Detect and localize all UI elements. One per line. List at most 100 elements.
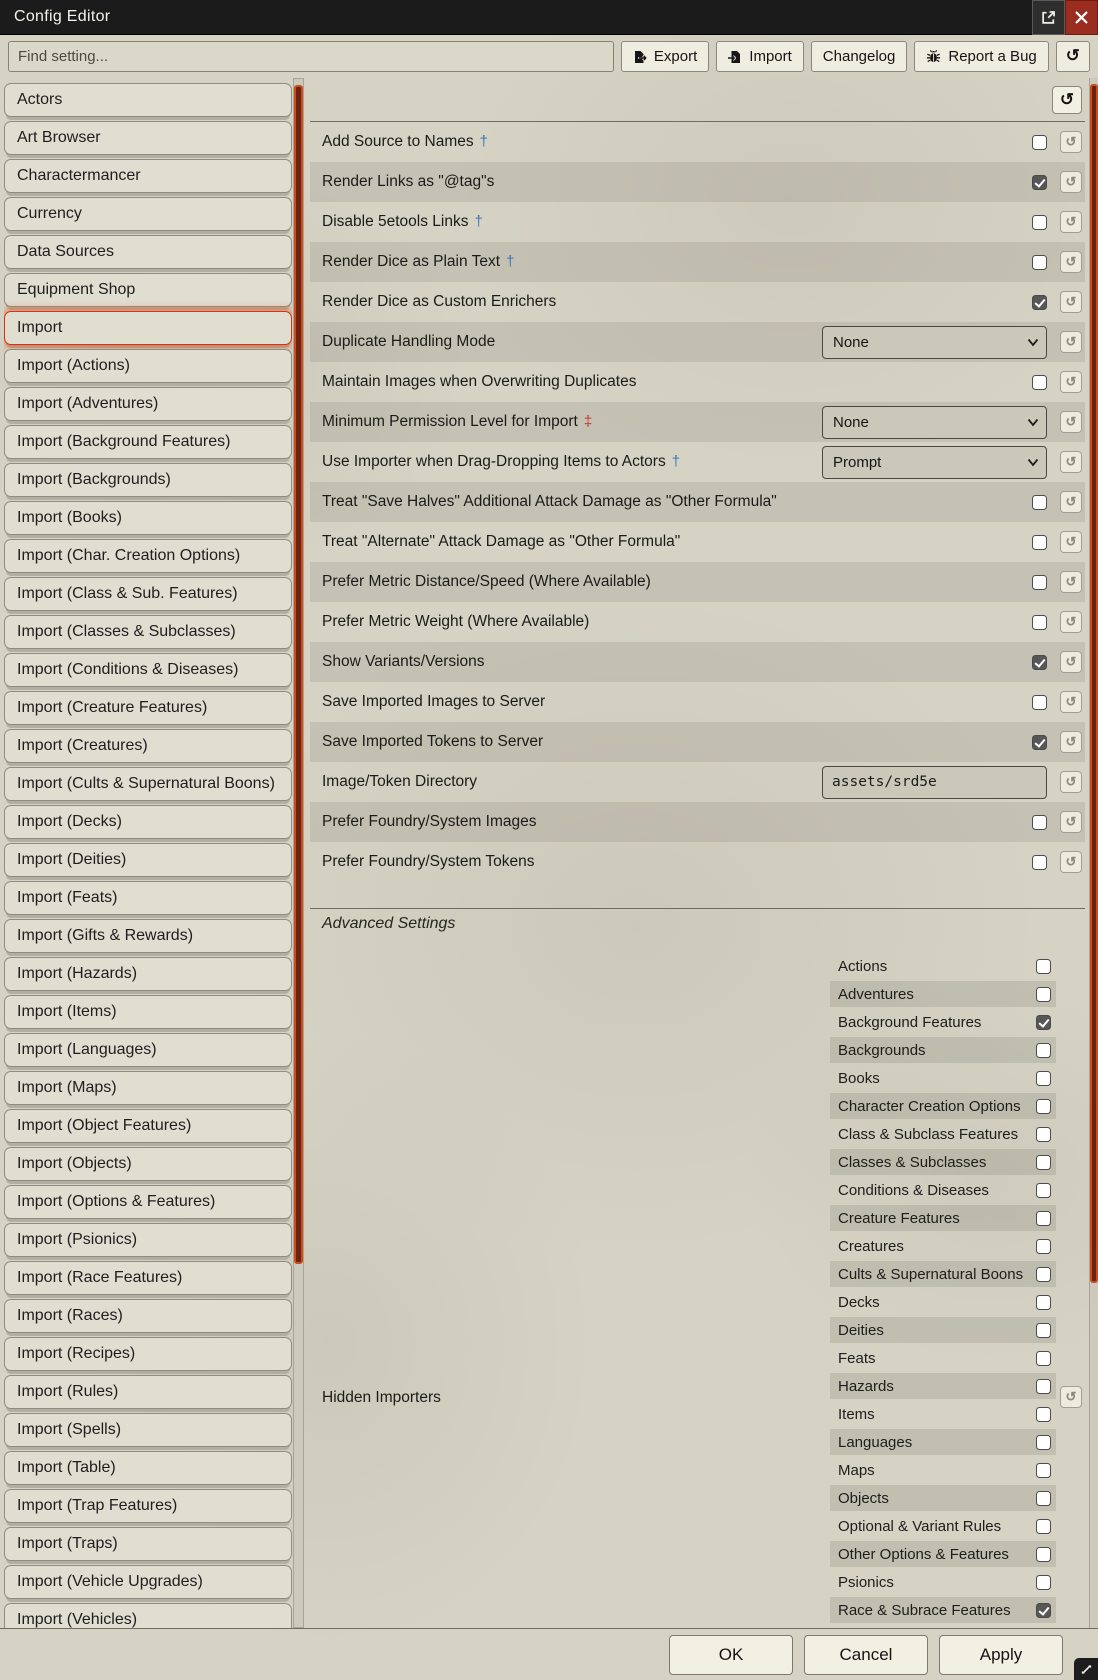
hidden-importer-checkbox[interactable] xyxy=(1036,1351,1051,1366)
reset-setting-button[interactable]: ↺ xyxy=(1060,731,1082,753)
setting-checkbox[interactable] xyxy=(1032,135,1047,150)
reset-setting-button[interactable]: ↺ xyxy=(1060,651,1082,673)
apply-button[interactable]: Apply xyxy=(939,1635,1063,1675)
sidebar-item-import-conditions-diseases[interactable]: Import (Conditions & Diseases) xyxy=(4,653,292,687)
sidebar-item-import[interactable]: Import xyxy=(4,311,292,345)
setting-checkbox[interactable] xyxy=(1032,735,1047,750)
sidebar-item-import-adventures[interactable]: Import (Adventures) xyxy=(4,387,292,421)
sidebar-item-data-sources[interactable]: Data Sources xyxy=(4,235,292,269)
import-button[interactable]: Import xyxy=(716,41,804,72)
sidebar-item-import-books[interactable]: Import (Books) xyxy=(4,501,292,535)
hidden-importer-checkbox[interactable] xyxy=(1036,1239,1051,1254)
hidden-importer-checkbox[interactable] xyxy=(1036,1043,1051,1058)
hidden-importer-checkbox[interactable] xyxy=(1036,1015,1051,1030)
setting-checkbox[interactable] xyxy=(1032,215,1047,230)
setting-text-input[interactable] xyxy=(822,766,1047,799)
search-input[interactable] xyxy=(8,41,614,72)
sidebar-item-art-browser[interactable]: Art Browser xyxy=(4,121,292,155)
reset-setting-button[interactable]: ↺ xyxy=(1060,531,1082,553)
setting-checkbox[interactable] xyxy=(1032,815,1047,830)
setting-checkbox[interactable] xyxy=(1032,295,1047,310)
sidebar-item-import-gifts-rewards[interactable]: Import (Gifts & Rewards) xyxy=(4,919,292,953)
main-scrollbar-thumb[interactable] xyxy=(1090,84,1098,1283)
reset-setting-button[interactable]: ↺ xyxy=(1060,491,1082,513)
reset-setting-button[interactable]: ↺ xyxy=(1060,411,1082,433)
sidebar-item-import-deities[interactable]: Import (Deities) xyxy=(4,843,292,877)
sidebar-item-import-spells[interactable]: Import (Spells) xyxy=(4,1413,292,1447)
reset-setting-button[interactable]: ↺ xyxy=(1060,171,1082,193)
sidebar-item-import-creatures[interactable]: Import (Creatures) xyxy=(4,729,292,763)
sidebar-item-import-decks[interactable]: Import (Decks) xyxy=(4,805,292,839)
sidebar-item-actors[interactable]: Actors xyxy=(4,83,292,117)
hidden-importer-checkbox[interactable] xyxy=(1036,1183,1051,1198)
sidebar-item-import-vehicles[interactable]: Import (Vehicles) xyxy=(4,1603,292,1628)
setting-checkbox[interactable] xyxy=(1032,855,1047,870)
setting-checkbox[interactable] xyxy=(1032,615,1047,630)
hidden-importer-checkbox[interactable] xyxy=(1036,1603,1051,1618)
reset-setting-button[interactable]: ↺ xyxy=(1060,131,1082,153)
cancel-button[interactable]: Cancel xyxy=(804,1635,928,1675)
hidden-importer-checkbox[interactable] xyxy=(1036,1099,1051,1114)
resize-handle[interactable] xyxy=(1074,1658,1098,1680)
setting-checkbox[interactable] xyxy=(1032,255,1047,270)
sidebar-item-import-creature-features[interactable]: Import (Creature Features) xyxy=(4,691,292,725)
sidebar-item-import-traps[interactable]: Import (Traps) xyxy=(4,1527,292,1561)
reset-setting-button[interactable]: ↺ xyxy=(1060,811,1082,833)
hidden-importer-checkbox[interactable] xyxy=(1036,1267,1051,1282)
setting-checkbox[interactable] xyxy=(1032,535,1047,550)
hidden-importer-checkbox[interactable] xyxy=(1036,1407,1051,1422)
hidden-importer-checkbox[interactable] xyxy=(1036,1295,1051,1310)
hidden-importer-checkbox[interactable] xyxy=(1036,1211,1051,1226)
setting-checkbox[interactable] xyxy=(1032,695,1047,710)
sidebar-item-import-actions[interactable]: Import (Actions) xyxy=(4,349,292,383)
hidden-importer-checkbox[interactable] xyxy=(1036,1071,1051,1086)
reset-setting-button[interactable]: ↺ xyxy=(1060,211,1082,233)
sidebar-item-charactermancer[interactable]: Charactermancer xyxy=(4,159,292,193)
sidebar-item-import-hazards[interactable]: Import (Hazards) xyxy=(4,957,292,991)
hidden-importer-checkbox[interactable] xyxy=(1036,1463,1051,1478)
sidebar-item-import-items[interactable]: Import (Items) xyxy=(4,995,292,1029)
hidden-importer-checkbox[interactable] xyxy=(1036,1379,1051,1394)
sidebar-item-import-recipes[interactable]: Import (Recipes) xyxy=(4,1337,292,1371)
sidebar-item-equipment-shop[interactable]: Equipment Shop xyxy=(4,273,292,307)
sidebar-item-import-race-features[interactable]: Import (Race Features) xyxy=(4,1261,292,1295)
hidden-importer-checkbox[interactable] xyxy=(1036,1127,1051,1142)
hidden-importer-checkbox[interactable] xyxy=(1036,1491,1051,1506)
setting-checkbox[interactable] xyxy=(1032,495,1047,510)
reset-setting-button[interactable]: ↺ xyxy=(1060,851,1082,873)
report-bug-button[interactable]: Report a Bug xyxy=(914,41,1048,72)
sidebar-scrollbar-thumb[interactable] xyxy=(294,85,303,1264)
setting-checkbox[interactable] xyxy=(1032,575,1047,590)
hidden-importer-checkbox[interactable] xyxy=(1036,1155,1051,1170)
sidebar-item-import-background-features[interactable]: Import (Background Features) xyxy=(4,425,292,459)
reset-setting-button[interactable]: ↺ xyxy=(1060,331,1082,353)
sidebar-item-import-classes-subclasses[interactable]: Import (Classes & Subclasses) xyxy=(4,615,292,649)
sidebar-item-import-options-features[interactable]: Import (Options & Features) xyxy=(4,1185,292,1219)
sidebar-item-import-backgrounds[interactable]: Import (Backgrounds) xyxy=(4,463,292,497)
sidebar-item-import-feats[interactable]: Import (Feats) xyxy=(4,881,292,915)
sidebar-item-import-trap-features[interactable]: Import (Trap Features) xyxy=(4,1489,292,1523)
sidebar-item-import-maps[interactable]: Import (Maps) xyxy=(4,1071,292,1105)
hidden-importer-checkbox[interactable] xyxy=(1036,1435,1051,1450)
sidebar-item-import-class-sub-features[interactable]: Import (Class & Sub. Features) xyxy=(4,577,292,611)
reset-all-button[interactable]: ↺ xyxy=(1056,41,1090,72)
sidebar-item-import-rules[interactable]: Import (Rules) xyxy=(4,1375,292,1409)
sidebar-item-import-languages[interactable]: Import (Languages) xyxy=(4,1033,292,1067)
sidebar-scrollbar[interactable] xyxy=(293,78,304,1628)
changelog-button[interactable]: Changelog xyxy=(811,41,908,72)
setting-checkbox[interactable] xyxy=(1032,175,1047,190)
export-button[interactable]: Export xyxy=(621,41,709,72)
hidden-importer-checkbox[interactable] xyxy=(1036,1323,1051,1338)
reset-hidden-importers-button[interactable]: ↺ xyxy=(1060,1386,1082,1408)
setting-select[interactable]: Prompt xyxy=(822,446,1047,479)
popout-button[interactable] xyxy=(1032,0,1065,35)
sidebar-item-currency[interactable]: Currency xyxy=(4,197,292,231)
setting-select[interactable]: None xyxy=(822,406,1047,439)
reset-setting-button[interactable]: ↺ xyxy=(1060,691,1082,713)
reset-setting-button[interactable]: ↺ xyxy=(1060,611,1082,633)
sidebar-item-import-objects[interactable]: Import (Objects) xyxy=(4,1147,292,1181)
main-scrollbar[interactable] xyxy=(1089,78,1098,1628)
sidebar-item-import-races[interactable]: Import (Races) xyxy=(4,1299,292,1333)
sidebar-item-import-psionics[interactable]: Import (Psionics) xyxy=(4,1223,292,1257)
reset-setting-button[interactable]: ↺ xyxy=(1060,571,1082,593)
